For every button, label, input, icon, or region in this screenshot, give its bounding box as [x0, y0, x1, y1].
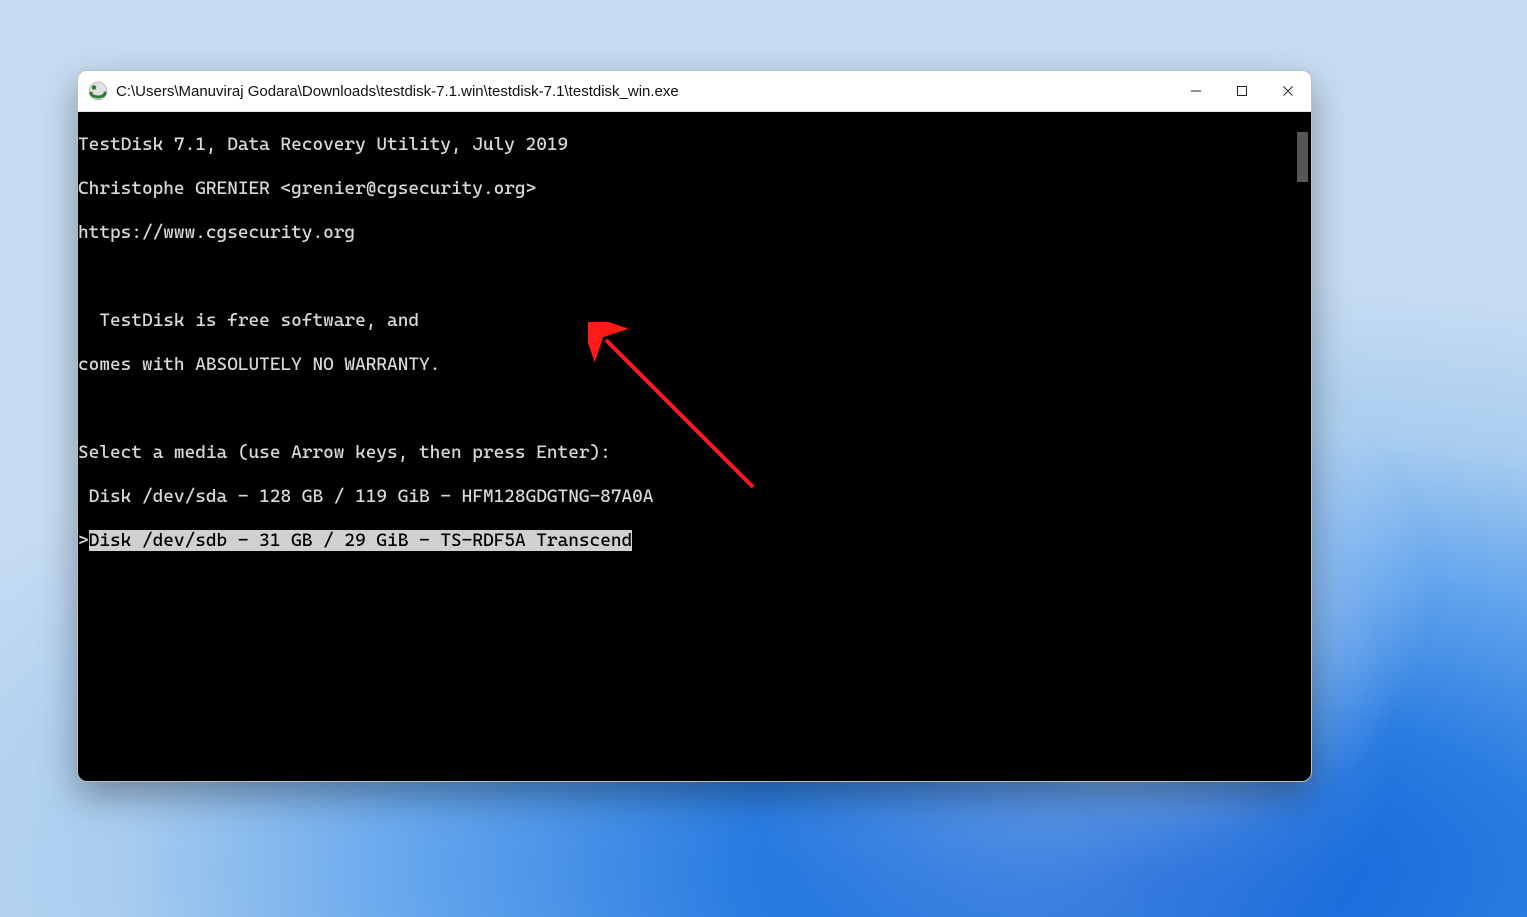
minimize-button[interactable]	[1173, 71, 1219, 111]
disk-option-sdb[interactable]: >Disk /dev/sdb - 31 GB / 29 GiB - TS-RDF…	[78, 530, 1311, 552]
author-line: Christophe GRENIER <grenier@cgsecurity.o…	[78, 178, 1311, 200]
blank-line	[78, 574, 1311, 596]
selection-cursor: >	[78, 530, 89, 551]
app-icon	[88, 81, 108, 101]
window-controls	[1173, 71, 1311, 111]
select-media-prompt: Select a media (use Arrow keys, then pre…	[78, 442, 1311, 464]
blank-line	[78, 266, 1311, 288]
free-sw-line-1: TestDisk is free software, and	[78, 310, 1311, 332]
terminal-content: TestDisk 7.1, Data Recovery Utility, Jul…	[78, 112, 1311, 781]
blank-line	[78, 662, 1311, 684]
titlebar[interactable]: C:\Users\Manuviraj Godara\Downloads\test…	[78, 71, 1311, 112]
disk-option-sdb-selected: Disk /dev/sdb - 31 GB / 29 GiB - TS-RDF5…	[89, 530, 633, 551]
blank-line	[78, 750, 1311, 772]
url-line: https://www.cgsecurity.org	[78, 222, 1311, 244]
blank-line	[78, 618, 1311, 640]
terminal-area[interactable]: TestDisk 7.1, Data Recovery Utility, Jul…	[78, 112, 1311, 781]
header-line: TestDisk 7.1, Data Recovery Utility, Jul…	[78, 134, 1311, 156]
scrollbar-thumb[interactable]	[1297, 132, 1308, 182]
close-button[interactable]	[1265, 71, 1311, 111]
window-title: C:\Users\Manuviraj Godara\Downloads\test…	[116, 83, 1173, 100]
app-window: C:\Users\Manuviraj Godara\Downloads\test…	[77, 70, 1312, 782]
blank-line	[78, 706, 1311, 728]
free-sw-line-2: comes with ABSOLUTELY NO WARRANTY.	[78, 354, 1311, 376]
maximize-button[interactable]	[1219, 71, 1265, 111]
disk-option-sda[interactable]: Disk /dev/sda - 128 GB / 119 GiB - HFM12…	[78, 486, 1311, 508]
blank-line	[78, 398, 1311, 420]
